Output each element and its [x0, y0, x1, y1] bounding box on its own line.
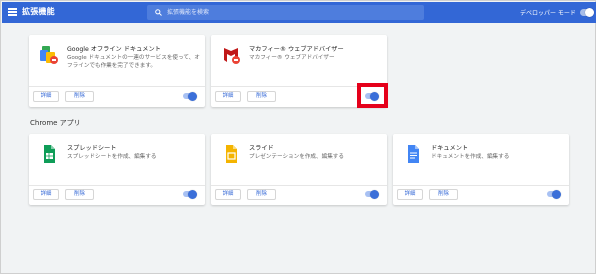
card-divider	[393, 185, 569, 186]
remove-button[interactable]: 削除	[65, 91, 94, 102]
details-button[interactable]: 詳細	[33, 189, 59, 200]
extension-card-google-offline-docs: Google オフライン ドキュメント Google ドキュメントの一連のサービ…	[29, 35, 205, 107]
highlight-frame	[357, 83, 388, 108]
enable-toggle[interactable]	[365, 189, 379, 199]
details-button[interactable]: 詳細	[33, 91, 59, 102]
remove-button[interactable]: 削除	[65, 189, 94, 200]
extension-name: マカフィー® ウェブアドバイザー	[249, 46, 344, 53]
docs-icon	[408, 145, 419, 163]
extension-description: マカフィー® ウェブアドバイザー	[249, 55, 335, 61]
details-button[interactable]: 詳細	[215, 91, 241, 102]
search-box[interactable]	[147, 5, 424, 20]
enable-toggle[interactable]	[547, 189, 561, 199]
card-divider	[211, 185, 387, 186]
sheets-icon	[44, 145, 55, 163]
slides-icon	[226, 145, 237, 163]
enable-toggle[interactable]	[183, 91, 197, 101]
app-name: スプレッドシート	[67, 145, 117, 152]
google-offline-docs-icon	[40, 46, 58, 64]
remove-button[interactable]: 削除	[247, 91, 276, 102]
extension-description: Google ドキュメントの一連のサービスを使って、オフラインでも作業を完了でき…	[67, 55, 200, 69]
app-name: ドキュメント	[431, 145, 469, 152]
chrome-apps-section-title: Chrome アプリ	[30, 119, 81, 127]
search-icon	[155, 9, 162, 16]
details-button[interactable]: 詳細	[397, 189, 423, 200]
enable-toggle[interactable]	[183, 189, 197, 199]
card-divider	[29, 185, 205, 186]
extensions-page: 拡張機能 デベロッパー モード Google オフライン ドキュメント Goog…	[0, 0, 596, 274]
remove-button[interactable]: 削除	[429, 189, 458, 200]
app-card-sheets: スプレッドシート スプレッドシートを作成、編集する 詳細 削除	[29, 134, 205, 205]
extension-name: Google オフライン ドキュメント	[67, 46, 161, 53]
remove-button[interactable]: 削除	[247, 189, 276, 200]
hamburger-menu-icon[interactable]	[8, 8, 17, 16]
app-name: スライド	[249, 145, 274, 152]
developer-mode-toggle[interactable]	[580, 8, 594, 17]
app-description: ドキュメントを作成、編集する	[431, 154, 510, 160]
details-button[interactable]: 詳細	[215, 189, 241, 200]
search-input[interactable]	[167, 6, 417, 19]
page-title: 拡張機能	[22, 7, 55, 16]
app-description: スプレッドシートを作成、編集する	[67, 154, 157, 160]
card-divider	[29, 86, 205, 87]
developer-mode-label: デベロッパー モード	[520, 10, 576, 17]
app-card-docs: ドキュメント ドキュメントを作成、編集する 詳細 削除	[393, 134, 569, 205]
app-card-slides: スライド プレゼンテーションを作成、編集する 詳細 削除	[211, 134, 387, 205]
app-description: プレゼンテーションを作成、編集する	[249, 154, 344, 160]
top-bar: 拡張機能 デベロッパー モード	[2, 2, 596, 23]
mcafee-icon	[224, 48, 240, 64]
